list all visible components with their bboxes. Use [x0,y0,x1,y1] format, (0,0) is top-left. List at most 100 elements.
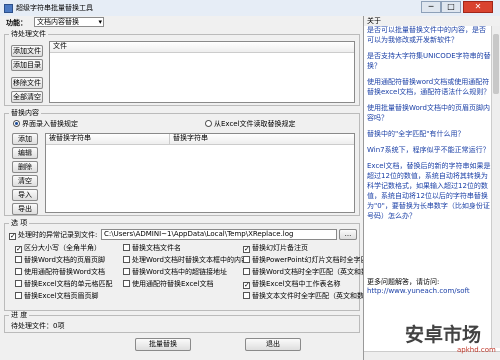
edit-rule-button[interactable]: 编辑 [12,147,38,159]
faq-link[interactable]: 是否可以批量替换文件中的内容，是否可以为我修改或开发新软件？ [367,26,491,45]
checkmark-icon: ✓ [243,281,250,289]
faq-link[interactable]: 是否支持大字符集UNICODE字符串的替换？ [367,51,491,71]
rules-header-row: 被替换字符串 替换字符串 [46,134,354,145]
option-rename-files[interactable]: 替换文档文件名 [123,244,181,253]
pending-files-title: 待处理文件 [9,30,48,39]
watermark: 安卓市场 apkhd.com [405,318,497,358]
checkbox-icon [15,292,22,299]
window-title: 超级字符串批量替换工具 [16,4,93,12]
remove-file-button[interactable]: 移除文件 [11,77,43,89]
add-file-button[interactable]: 添加文件 [11,45,43,57]
website-link[interactable]: http://www.yuneach.com/soft [367,287,491,296]
browse-log-button[interactable]: ... [339,229,357,240]
import-rules-button[interactable]: 导入 [12,189,38,201]
checkbox-icon [123,280,130,287]
option-excel-header-footer[interactable]: 替换Excel文档页眉页脚 [15,292,99,301]
minimize-button[interactable]: ─ [421,1,441,13]
option-label: 替换Excel文档页眉页脚 [24,292,99,300]
checkbox-icon [15,256,22,263]
faq-link[interactable]: Win7系统下，程序似乎不能正常运行？ [367,145,491,155]
checkbox-icon [15,280,22,287]
close-button[interactable]: ✕ [463,1,493,13]
option-case-sensitive[interactable]: ✓ 区分大小写（全角半角） [15,244,101,253]
checkbox-icon [123,256,130,263]
checkbox-icon [15,268,22,275]
replace-rules-title: 替换内容 [9,109,41,118]
watermark-text: 安卓市场 [405,324,482,346]
option-label: 替换幻灯片备注页 [252,244,308,252]
faq-link[interactable]: 使用批量替换Word文档中的页眉页脚内容吗？ [367,103,491,123]
function-selected-value: 文档内容替换 [37,18,79,26]
faq-link[interactable]: Excel文档，替换后的新的字符串如果是超过12位的数值，系统自动将其转换为科学… [367,161,491,221]
add-rule-button[interactable]: 添加 [12,133,38,145]
checkbox-icon [243,292,250,299]
more-label: 更多问题解答，请访问: [367,278,440,286]
sidebar-scrollbar[interactable] [491,26,500,348]
excel-rules-label: 从Excel文件读取替换规定 [214,120,296,128]
pending-files-group: 待处理文件 添加文件 添加目录 移除文件 全部清空 文件 [4,30,360,106]
option-label: 替换Word文档中的超链接地址 [132,268,227,276]
title-bar: 超级字符串批量替换工具 ─ □ ✕ [0,0,500,16]
options-title: 选 项 [9,219,30,228]
option-excel-sheet-name[interactable]: ✓ 替换Excel文档中工作表名称 [243,280,341,289]
manual-rules-label: 界面录入替换规定 [22,120,78,128]
checkbox-icon [243,256,250,263]
option-word-whole-word[interactable]: 替换Word文档时全字匹配（英文和数字） [243,268,382,277]
log-errors-checkbox[interactable]: ✓ 处理时的异常记录到文件: [9,231,97,240]
option-text-whole-word[interactable]: 替换文本文件时全字匹配（英文和数字） [243,292,378,301]
option-word-wildcard[interactable]: 使用通配符替换Word文档 [15,268,105,277]
excel-rules-radio[interactable]: 从Excel文件读取替换规定 [205,120,296,129]
more-info: 更多问题解答，请访问: http://www.yuneach.com/soft [367,278,491,296]
progress-status: 待处理文件：0项 [11,322,65,330]
watermark-domain: apkhd.com [457,346,496,354]
checkbox-icon [123,244,130,251]
delete-rule-button[interactable]: 删除 [12,161,38,173]
faq-link[interactable]: 替换中的"全字匹配"有什么用？ [367,129,491,139]
radio-checked-icon [13,120,20,127]
checkmark-icon: ✓ [9,232,16,240]
option-excel-cell-match[interactable]: 替换Excel文档的单元格匹配 [15,280,113,289]
progress-group: 进 度 待处理文件：0项 [4,311,360,333]
export-rules-button[interactable]: 导出 [12,203,38,215]
option-label: 替换文档文件名 [132,244,181,252]
option-label: 使用通配符替换Word文档 [24,268,105,276]
faq-link[interactable]: 使用通配符替换word文档或使用通配符替换excel文档，通配符语法什么规则？ [367,77,491,97]
batch-replace-button[interactable]: 批量替换 [135,338,191,351]
add-folder-button[interactable]: 添加目录 [11,59,43,71]
exit-button[interactable]: 退出 [245,338,301,351]
option-slide-notes[interactable]: ✓ 替换幻灯片备注页 [243,244,308,253]
option-word-hyperlink[interactable]: 替换Word文档中的超链接地址 [123,268,227,277]
option-excel-wildcard[interactable]: 使用通配符替换Excel文档 [123,280,214,289]
checkbox-icon [123,268,130,275]
options-group: 选 项 ✓ 处理时的异常记录到文件: C:\Users\ADMINI~1\AppD… [4,219,382,311]
to-column-header[interactable]: 替换字符串 [170,134,208,144]
option-ppt-whole-word[interactable]: 替换PowerPoint幻灯片文档时全字匹配 [243,256,375,265]
file-column-header[interactable]: 文件 [50,42,354,53]
option-label: 替换文本文件时全字匹配（英文和数字） [252,292,378,300]
function-select[interactable]: 文档内容替换 ▾ [34,17,104,27]
from-column-header[interactable]: 被替换字符串 [46,134,170,144]
maximize-button[interactable]: □ [441,1,461,13]
pending-file-list[interactable]: 文件 [49,41,355,103]
radio-unchecked-icon [205,120,212,127]
manual-rules-radio[interactable]: 界面录入替换规定 [13,120,78,129]
log-errors-label: 处理时的异常记录到文件: [18,231,98,239]
function-label: 功能： [6,19,27,27]
checkmark-icon: ✓ [243,245,250,253]
chevron-down-icon: ▾ [98,18,102,26]
checkmark-icon: ✓ [15,245,22,253]
clear-all-button[interactable]: 全部清空 [11,91,43,103]
option-label: 使用通配符替换Excel文档 [132,280,214,288]
option-label: 处理Word文档时替换文本框中的内容 [132,256,248,264]
option-label: 替换Word文档的页眉页脚 [24,256,105,264]
option-word-header-footer[interactable]: 替换Word文档的页眉页脚 [15,256,105,265]
log-path-field[interactable]: C:\Users\ADMINI~1\AppData\Local\Temp\XRe… [101,229,337,240]
scrollbar-thumb[interactable] [493,34,499,94]
clear-rules-button[interactable]: 清空 [12,175,38,187]
option-label: 替换PowerPoint幻灯片文档时全字匹配 [252,256,375,264]
app-icon [4,3,13,13]
progress-title: 进 度 [9,311,30,320]
option-label: 区分大小写（全角半角） [24,244,101,252]
option-word-textbox[interactable]: 处理Word文档时替换文本框中的内容 [123,256,248,265]
replace-rules-list[interactable]: 被替换字符串 替换字符串 [45,133,355,213]
